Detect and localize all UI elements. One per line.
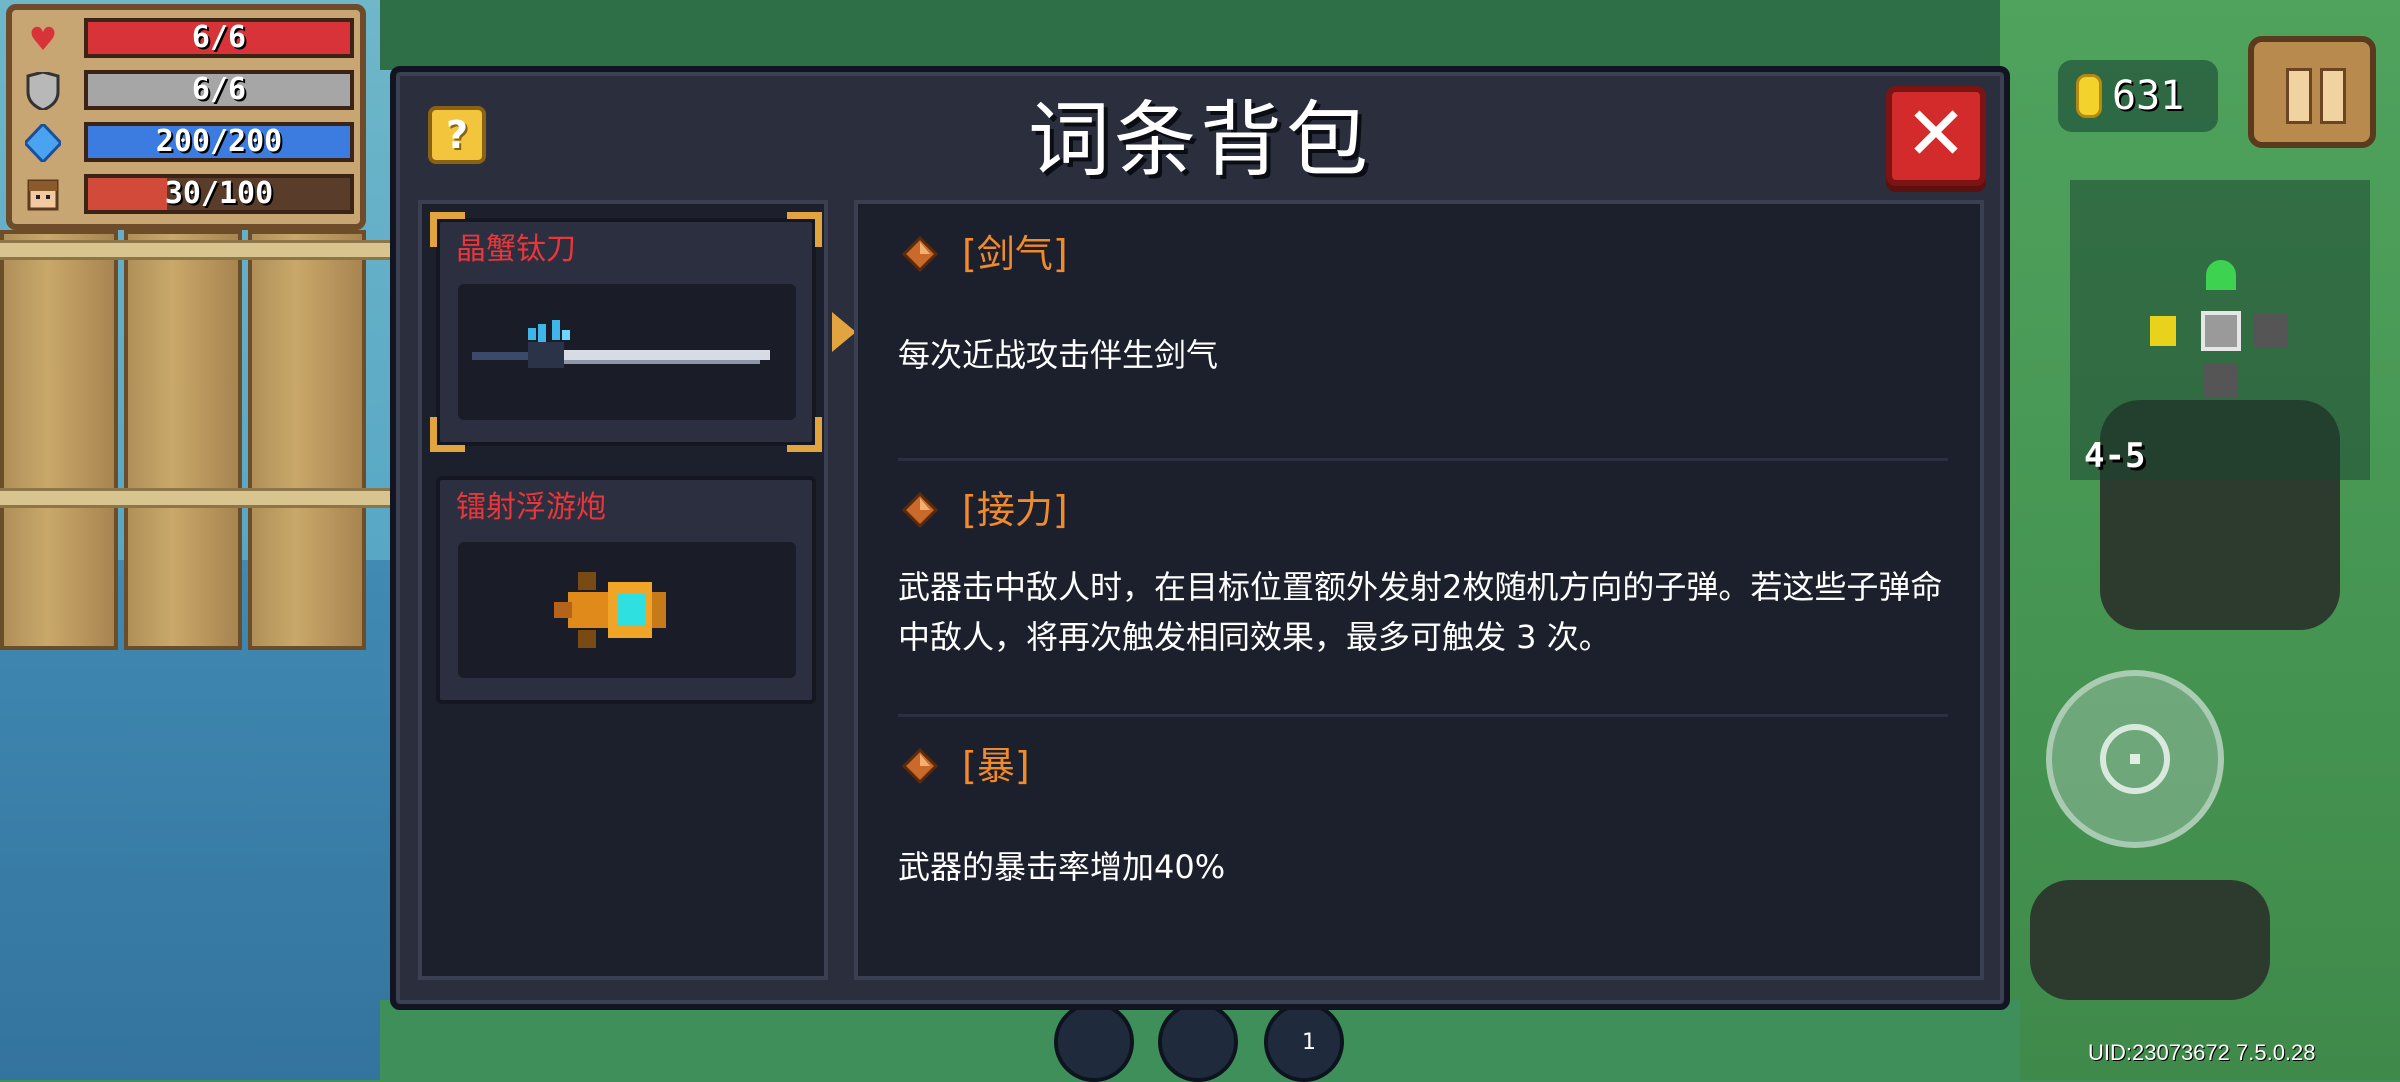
selection-corner — [787, 212, 822, 247]
coin-counter: 631 — [2058, 60, 2218, 132]
crosshair-dot — [2130, 754, 2140, 764]
coin-value: 631 — [2112, 73, 2185, 119]
gem-icon — [902, 236, 938, 272]
weapon-list: 晶蟹钛刀 镭射浮游炮 — [418, 200, 828, 980]
heart-icon: ♥ — [28, 20, 58, 58]
hp-bar: 6/6 — [84, 18, 354, 58]
hp-value: 6/6 — [191, 20, 247, 55]
divider — [898, 714, 1948, 717]
energy-bar: 200/200 — [84, 122, 354, 162]
background-top-terrain — [380, 0, 2020, 70]
gem-icon — [902, 492, 938, 528]
affix-title: [暴] — [962, 744, 1030, 788]
shield-icon — [24, 72, 62, 110]
affix-description: 每次近战攻击伴生剑气 — [898, 336, 1219, 374]
selection-arrow-icon — [832, 312, 856, 352]
character-head-icon — [24, 176, 62, 214]
bridge-plank — [0, 230, 118, 650]
affix-title: [剑气] — [962, 232, 1068, 276]
bridge-plank — [248, 230, 366, 650]
minimap-exit-arrow-icon — [2206, 260, 2236, 290]
selection-corner — [430, 417, 465, 452]
exp-row: 30/100 — [20, 174, 360, 216]
coin-icon — [2076, 74, 2102, 118]
armor-row: 6/6 — [20, 70, 360, 112]
skill-count: 1 — [1302, 1030, 1316, 1055]
weapon-card[interactable]: 晶蟹钛刀 — [430, 212, 822, 452]
weapon-card[interactable]: 镭射浮游炮 — [436, 476, 816, 704]
exp-bar: 30/100 — [84, 174, 354, 214]
skill-slot[interactable] — [1158, 1002, 1238, 1082]
exp-value: 30/100 — [164, 176, 274, 211]
hp-row: ♥ 6/6 — [20, 18, 360, 60]
pause-icon — [2320, 68, 2346, 124]
minimap-room — [2204, 364, 2238, 398]
minimap-current-room — [2201, 311, 2241, 351]
bridge-plank — [124, 230, 242, 650]
weapon-name: 镭射浮游炮 — [456, 490, 606, 525]
skill-slot[interactable] — [1054, 1002, 1134, 1082]
crystal-crab-blade-icon — [458, 284, 796, 420]
level-indicator: 4-5 — [2084, 436, 2146, 476]
aim-button[interactable] — [2046, 670, 2224, 848]
close-button[interactable]: ✕ — [1886, 86, 1986, 186]
affix-title: [接力] — [962, 488, 1068, 532]
minimap[interactable] — [2070, 180, 2370, 480]
bridge-rope — [0, 240, 390, 260]
uid-version-label: UID:23073672 7.5.0.28 — [2088, 1040, 2316, 1065]
affix-bag-dialog: ? 词条背包 ✕ 晶蟹钛刀 镭射浮游炮 [剑气] 每次近战攻击伴生剑气 [接力]… — [390, 66, 2010, 1010]
bridge-rope — [0, 488, 390, 508]
minimap-room — [2254, 314, 2288, 348]
gem-icon — [902, 748, 938, 784]
affix-description: 武器的暴击率增加40% — [898, 848, 1226, 886]
diamond-icon — [24, 124, 62, 162]
laser-drone-cannon-icon — [458, 542, 796, 678]
armor-value: 6/6 — [191, 72, 247, 107]
dialog-title: 词条背包 — [1027, 93, 1372, 188]
energy-value: 200/200 — [155, 124, 283, 159]
rock-decoration — [2030, 880, 2270, 1000]
player-stats-panel: ♥ 6/6 6/6 200/200 30/100 — [6, 4, 366, 230]
weapon-name: 晶蟹钛刀 — [456, 232, 576, 267]
pause-icon — [2286, 68, 2312, 124]
rope-bridge — [0, 230, 390, 650]
affix-description: 武器击中敌人时，在目标位置额外发射2枚随机方向的子弹。若这些子弹命中敌人，将再次… — [898, 568, 1943, 656]
armor-bar: 6/6 — [84, 70, 354, 110]
minimap-warning-icon — [2150, 316, 2176, 346]
energy-row: 200/200 — [20, 122, 360, 164]
affix-list: [剑气] 每次近战攻击伴生剑气 [接力] 武器击中敌人时，在目标位置额外发射2枚… — [854, 200, 1984, 980]
selection-corner — [787, 417, 822, 452]
divider — [898, 458, 1948, 461]
pause-button[interactable] — [2248, 36, 2376, 148]
